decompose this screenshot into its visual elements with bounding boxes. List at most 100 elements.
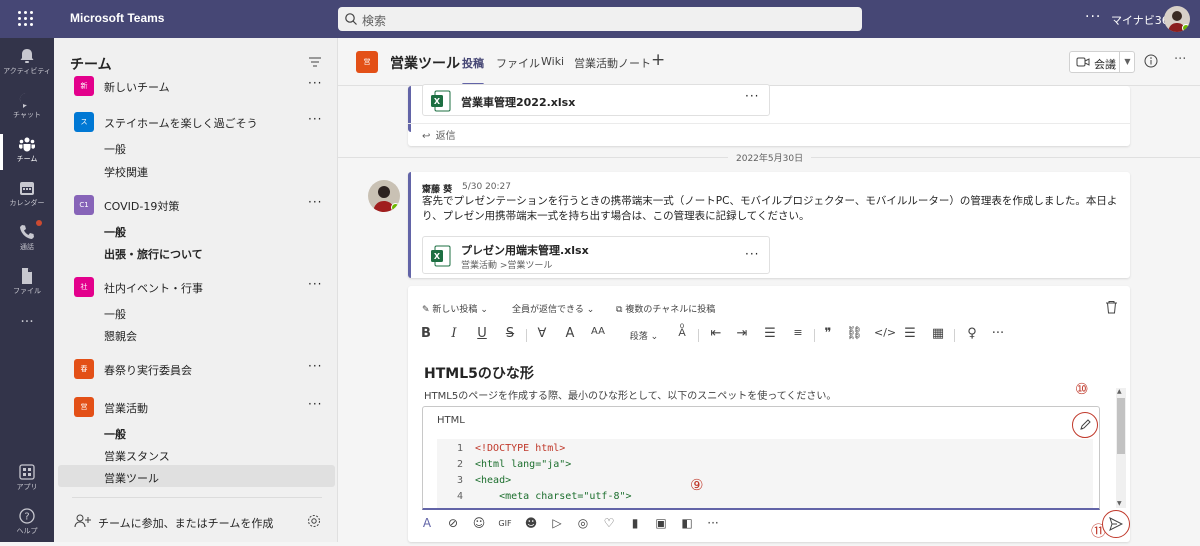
- author-avatar[interactable]: [368, 180, 400, 212]
- meet-now-icon[interactable]: ▷: [548, 516, 566, 534]
- strikethrough-button[interactable]: S: [502, 326, 518, 341]
- indent-icon[interactable]: ⇥: [734, 326, 750, 341]
- rail-item-chat[interactable]: チャット: [0, 86, 54, 130]
- tab-sales-notes[interactable]: 営業活動ノート: [574, 55, 651, 71]
- reply-setting-dropdown[interactable]: 全員が返信できる ⌄: [512, 302, 594, 315]
- channel-item[interactable]: 一般: [104, 141, 126, 157]
- highlight-icon[interactable]: ∀: [534, 326, 550, 341]
- actions-more-button[interactable]: ···: [704, 516, 722, 534]
- tab-posts[interactable]: 投稿: [462, 55, 484, 71]
- settings-more-button[interactable]: ···: [1085, 9, 1101, 25]
- rail-more-button[interactable]: ···: [0, 314, 54, 358]
- rail-item-help[interactable]: ? ヘルプ: [0, 502, 54, 546]
- clear-format-icon[interactable]: Aͦ: [674, 326, 690, 339]
- app-launcher-icon[interactable]: [18, 11, 34, 27]
- channel-item[interactable]: 一般: [104, 426, 126, 442]
- quote-icon[interactable]: ❞: [820, 326, 836, 341]
- sticker-icon[interactable]: ☻: [522, 516, 540, 534]
- edit-code-button[interactable]: [1072, 412, 1098, 438]
- team-item[interactable]: 営 営業活動 ···: [54, 395, 338, 421]
- file-attachment[interactable]: X プレゼン用端末管理.xlsx 営業活動 >営業ツール ···: [422, 236, 770, 274]
- selected-channel-highlight: [58, 465, 335, 487]
- format-more-button[interactable]: ···: [990, 326, 1006, 341]
- onenote-icon[interactable]: ◧: [678, 516, 696, 534]
- team-more-button[interactable]: ···: [308, 277, 322, 291]
- code-snippet-block[interactable]: HTML 1<!DOCTYPE html> 2<html lang="ja"> …: [422, 406, 1100, 510]
- channel-item[interactable]: 一般: [104, 224, 126, 240]
- scroll-down-icon[interactable]: ▼: [1117, 500, 1122, 507]
- team-more-button[interactable]: ···: [308, 397, 322, 411]
- chevron-down-icon[interactable]: ▼: [1119, 51, 1135, 73]
- rail-item-files[interactable]: ファイル: [0, 262, 54, 306]
- new-post-dropdown[interactable]: ✎ 新しい投稿 ⌄: [422, 302, 488, 315]
- team-item[interactable]: 社 社内イベント・行事 ···: [54, 275, 338, 301]
- channel-item[interactable]: 懇親会: [104, 328, 137, 344]
- team-item[interactable]: 新 新しいチーム ···: [54, 74, 338, 100]
- loop-icon[interactable]: ◎: [574, 516, 592, 534]
- channel-item[interactable]: 出張・旅行について: [104, 246, 203, 262]
- bullet-list-icon[interactable]: ☰: [762, 326, 778, 341]
- bold-button[interactable]: B: [418, 326, 434, 341]
- emoji-icon[interactable]: ☺: [470, 516, 488, 534]
- numbered-list-icon[interactable]: ≡: [790, 326, 806, 339]
- trash-icon[interactable]: [1105, 300, 1118, 314]
- chat-icon: [18, 91, 36, 109]
- approvals-icon[interactable]: ▮: [626, 516, 644, 534]
- gif-icon[interactable]: GIF: [496, 519, 514, 537]
- svg-text:X: X: [434, 252, 441, 261]
- italic-button[interactable]: I: [446, 326, 462, 341]
- send-button[interactable]: [1102, 510, 1130, 538]
- paragraph-dropdown[interactable]: 段落 ⌄: [624, 329, 664, 342]
- avatar[interactable]: [1164, 6, 1190, 32]
- tab-files[interactable]: ファイル: [496, 55, 540, 71]
- scrollbar-thumb[interactable]: [1117, 398, 1125, 454]
- channel-item[interactable]: 一般: [104, 306, 126, 322]
- post-description[interactable]: HTML5のページを作成する際、最小のひな形として、以下のスニペットを使ってくだ…: [424, 387, 836, 402]
- praise-icon[interactable]: ♡: [600, 516, 618, 534]
- font-size-button[interactable]: AA: [588, 326, 608, 337]
- rail-item-apps[interactable]: アプリ: [0, 458, 54, 502]
- file-more-button[interactable]: ···: [745, 89, 759, 103]
- file-more-button[interactable]: ···: [745, 247, 759, 261]
- rail-item-teams[interactable]: チーム: [0, 130, 54, 174]
- outdent-icon[interactable]: ⇤: [708, 326, 724, 341]
- post-subject[interactable]: HTML5のひな形: [424, 363, 534, 383]
- chevron-down-icon: ⌄: [480, 305, 488, 315]
- team-item[interactable]: ス ステイホームを楽しく過ごそう ···: [54, 110, 338, 136]
- gear-icon[interactable]: [307, 514, 321, 528]
- horizontal-rule-icon[interactable]: ☰: [902, 326, 918, 341]
- reply-button[interactable]: ↩ 返信: [422, 127, 456, 142]
- channel-item[interactable]: 営業スタンス: [104, 448, 170, 464]
- channel-item[interactable]: 学校関連: [104, 164, 148, 180]
- rail-item-calendar[interactable]: カレンダー: [0, 174, 54, 218]
- channel-more-button[interactable]: ···: [1174, 52, 1186, 67]
- channel-item-selected[interactable]: 営業ツール: [104, 470, 159, 486]
- search-input[interactable]: 検索: [338, 7, 862, 31]
- team-item[interactable]: 春 春祭り実行委員会 ···: [54, 357, 338, 383]
- code-area[interactable]: 1<!DOCTYPE html> 2<html lang="ja"> 3<hea…: [437, 439, 1093, 510]
- attach-icon[interactable]: ⊘: [444, 516, 462, 534]
- updates-icon[interactable]: ▣: [652, 516, 670, 534]
- rail-item-activity[interactable]: アクティビティ: [0, 42, 54, 86]
- multi-channel-button[interactable]: ⧉ 複数のチャネルに投稿: [616, 302, 715, 315]
- tab-wiki[interactable]: Wiki: [541, 55, 564, 68]
- rail-item-calls[interactable]: 通話: [0, 218, 54, 262]
- add-tab-button[interactable]: +: [651, 50, 665, 70]
- underline-button[interactable]: U: [474, 326, 490, 341]
- file-attachment[interactable]: X 営業車管理2022.xlsx ···: [422, 84, 770, 116]
- info-icon[interactable]: [1144, 54, 1158, 68]
- team-more-button[interactable]: ···: [308, 112, 322, 126]
- table-icon[interactable]: ▦: [930, 326, 946, 341]
- important-icon[interactable]: ♀: [964, 326, 980, 341]
- team-more-button[interactable]: ···: [308, 76, 322, 90]
- team-more-button[interactable]: ···: [308, 195, 322, 209]
- divider: [954, 329, 955, 342]
- filter-icon[interactable]: [308, 56, 322, 68]
- link-icon[interactable]: ⛓: [846, 326, 862, 341]
- team-item[interactable]: C1 COVID-19対策 ···: [54, 193, 338, 219]
- font-color-icon[interactable]: A: [562, 326, 578, 341]
- team-more-button[interactable]: ···: [308, 359, 322, 373]
- scroll-up-icon[interactable]: ▲: [1117, 388, 1122, 395]
- code-snippet-icon[interactable]: </>: [874, 326, 890, 339]
- format-icon[interactable]: A: [418, 516, 436, 534]
